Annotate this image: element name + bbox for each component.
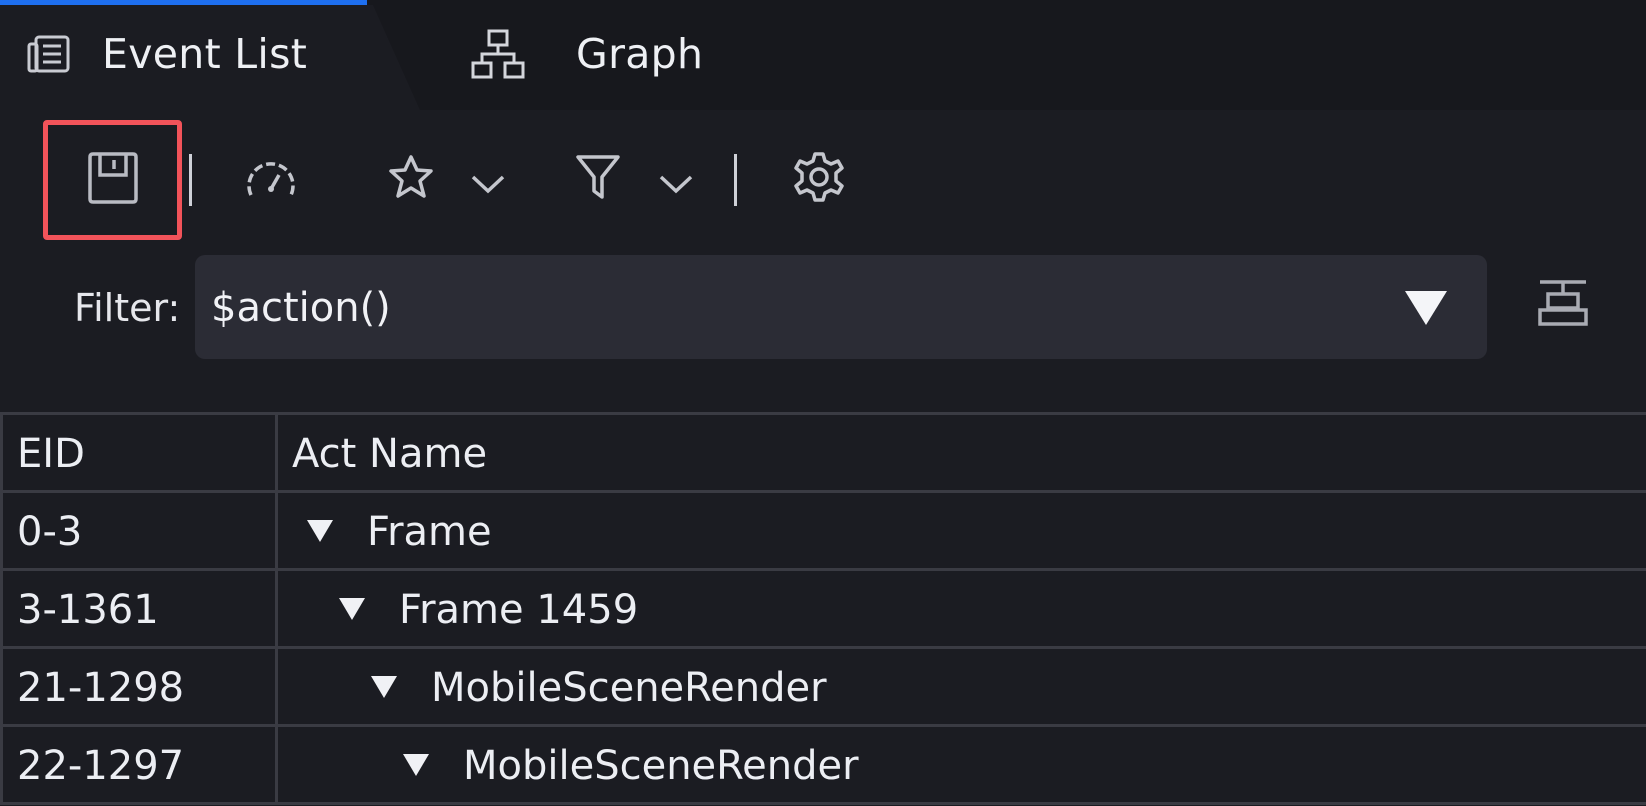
gear-icon xyxy=(792,150,846,208)
tab-graph[interactable]: Graph xyxy=(470,24,703,84)
expand-triangle-icon[interactable] xyxy=(370,675,398,703)
tab-label: Graph xyxy=(576,30,704,78)
eid-cell: 3-1361 xyxy=(0,571,278,646)
filter-label: Filter: xyxy=(74,286,181,330)
event-table: EID Act Name 0-3 Frame 3-1361 Frame 1459… xyxy=(0,412,1646,806)
filter-settings-button[interactable] xyxy=(1538,278,1588,330)
eid-cell: 0-3 xyxy=(0,493,278,568)
dropdown-triangle-icon[interactable] xyxy=(1403,289,1449,331)
expand-triangle-icon[interactable] xyxy=(306,519,334,547)
save-button[interactable] xyxy=(43,120,182,240)
gauge-icon xyxy=(243,155,299,205)
chevron-down-icon xyxy=(658,173,694,199)
active-tab-indicator xyxy=(0,0,367,5)
filter-icon xyxy=(575,153,621,205)
act-name-cell: MobileSceneRender xyxy=(278,649,1646,724)
filter-combobox[interactable]: $action() xyxy=(195,255,1487,359)
eid-cell: 22-1297 xyxy=(0,727,278,802)
chevron-down-icon xyxy=(470,173,506,199)
bookmark-button[interactable] xyxy=(384,152,438,206)
table-row[interactable]: 0-3 Frame xyxy=(0,493,1646,571)
tab-label: Event List xyxy=(102,30,308,78)
table-row[interactable]: 22-1297 MobileSceneRender xyxy=(0,727,1646,805)
toolbar-separator xyxy=(734,154,737,206)
event-browser-panel: Event List Graph Filter: $action() EID A… xyxy=(0,0,1646,806)
performance-button[interactable] xyxy=(240,152,302,208)
column-header-eid[interactable]: EID xyxy=(0,415,278,490)
toolbar xyxy=(0,110,1646,250)
filter-settings-icon xyxy=(1538,280,1588,326)
graph-icon xyxy=(470,28,526,80)
star-icon xyxy=(386,153,436,205)
toolbar-separator xyxy=(189,154,192,206)
filter-row: Filter: $action() xyxy=(0,250,1646,360)
act-name-cell: Frame xyxy=(278,493,1646,568)
table-row[interactable]: 3-1361 Frame 1459 xyxy=(0,571,1646,649)
list-icon xyxy=(26,34,72,74)
column-header-act-name[interactable]: Act Name xyxy=(278,415,1646,490)
expand-triangle-icon[interactable] xyxy=(338,597,366,625)
tab-strip: Event List Graph xyxy=(0,0,1646,110)
filter-dropdown-button[interactable] xyxy=(654,170,698,202)
filter-input[interactable]: $action() xyxy=(211,285,391,331)
bookmark-dropdown-button[interactable] xyxy=(466,170,510,202)
settings-button[interactable] xyxy=(790,150,848,208)
eid-cell: 21-1298 xyxy=(0,649,278,724)
tab-event-list[interactable]: Event List xyxy=(26,24,307,84)
filter-button[interactable] xyxy=(572,152,624,206)
table-header: EID Act Name xyxy=(0,415,1646,493)
save-icon xyxy=(85,151,141,209)
expand-triangle-icon[interactable] xyxy=(402,753,430,781)
act-name-cell: Frame 1459 xyxy=(278,571,1646,646)
act-name-cell: MobileSceneRender xyxy=(278,727,1646,802)
table-row[interactable]: 21-1298 MobileSceneRender xyxy=(0,649,1646,727)
